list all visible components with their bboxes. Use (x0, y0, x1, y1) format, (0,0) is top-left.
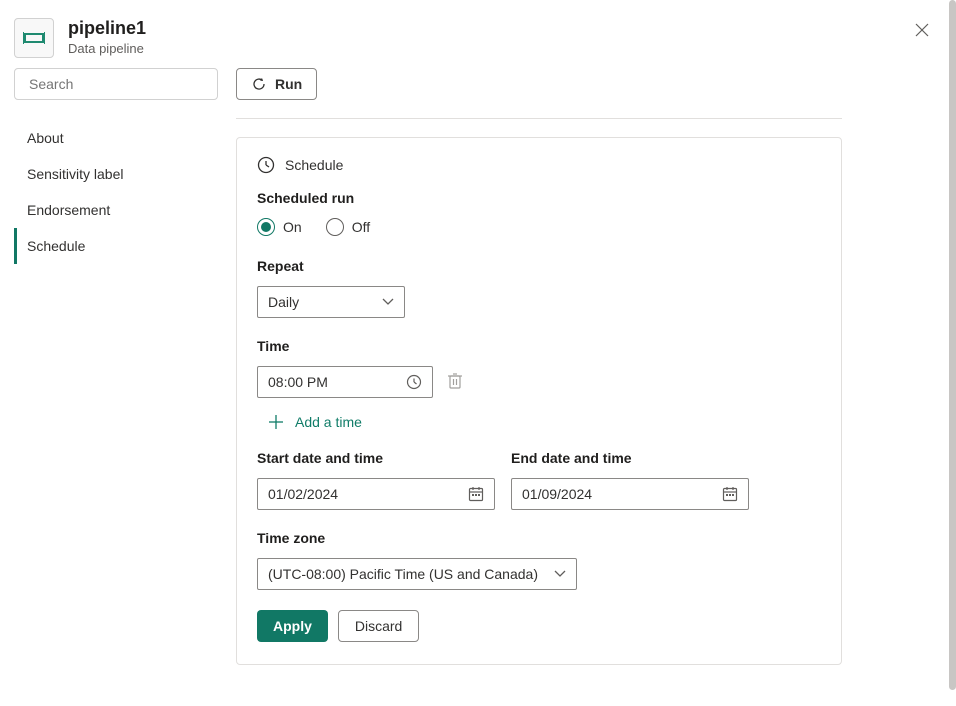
time-input[interactable]: 08:00 PM (257, 366, 433, 398)
refresh-icon (251, 76, 267, 92)
repeat-label: Repeat (257, 258, 821, 274)
header-text: pipeline1 Data pipeline (68, 18, 146, 56)
nav-about[interactable]: About (14, 120, 218, 156)
card-header: Schedule (257, 156, 821, 174)
sidebar: About Sensitivity label Endorsement Sche… (14, 68, 218, 665)
run-label: Run (275, 76, 302, 92)
end-date-value: 01/09/2024 (522, 486, 592, 502)
end-date-input[interactable]: 01/09/2024 (511, 478, 749, 510)
repeat-value: Daily (268, 294, 299, 310)
nav-schedule[interactable]: Schedule (14, 228, 218, 264)
search-input[interactable] (29, 76, 210, 92)
discard-button[interactable]: Discard (338, 610, 419, 642)
delete-time-button[interactable] (447, 372, 463, 393)
page-title: pipeline1 (68, 18, 146, 39)
repeat-select[interactable]: Daily (257, 286, 405, 318)
start-date-value: 01/02/2024 (268, 486, 338, 502)
timezone-value: (UTC-08:00) Pacific Time (US and Canada) (268, 566, 538, 582)
plus-icon (269, 415, 283, 429)
end-date-label: End date and time (511, 450, 749, 466)
pipeline-icon-tile (14, 18, 54, 58)
apply-button[interactable]: Apply (257, 610, 328, 642)
schedule-card: Schedule Scheduled run On Off Repeat (236, 137, 842, 665)
nav-endorsement[interactable]: Endorsement (14, 192, 218, 228)
add-time-label: Add a time (295, 414, 362, 430)
scrollbar-track[interactable] (948, 0, 956, 706)
chevron-down-icon (554, 570, 566, 578)
time-value: 08:00 PM (268, 374, 328, 390)
divider (236, 118, 842, 119)
chevron-down-icon (382, 298, 394, 306)
radio-on-indicator (257, 218, 275, 236)
radio-off[interactable]: Off (326, 218, 370, 236)
start-date-label: Start date and time (257, 450, 495, 466)
clock-icon (257, 156, 275, 174)
main-content: Run Schedule Scheduled run On (218, 68, 942, 665)
action-row: Apply Discard (257, 610, 821, 642)
timezone-label: Time zone (257, 530, 821, 546)
radio-off-indicator (326, 218, 344, 236)
radio-on[interactable]: On (257, 218, 302, 236)
card-title: Schedule (285, 157, 343, 173)
calendar-icon (722, 486, 738, 502)
time-label: Time (257, 338, 821, 354)
add-time-button[interactable]: Add a time (257, 414, 821, 430)
scheduled-run-radio-group: On Off (257, 218, 821, 236)
close-icon (915, 23, 929, 37)
run-button[interactable]: Run (236, 68, 317, 100)
radio-on-label: On (283, 219, 302, 235)
nav-list: About Sensitivity label Endorsement Sche… (14, 120, 218, 264)
header: pipeline1 Data pipeline (0, 0, 956, 68)
radio-off-label: Off (352, 219, 370, 235)
close-button[interactable] (912, 20, 932, 40)
scrollbar-thumb[interactable] (949, 0, 956, 690)
clock-small-icon (406, 374, 422, 390)
timezone-select[interactable]: (UTC-08:00) Pacific Time (US and Canada) (257, 558, 577, 590)
start-date-input[interactable]: 01/02/2024 (257, 478, 495, 510)
page-subtitle: Data pipeline (68, 41, 146, 56)
calendar-icon (468, 486, 484, 502)
nav-sensitivity-label[interactable]: Sensitivity label (14, 156, 218, 192)
trash-icon (447, 372, 463, 390)
search-box[interactable] (14, 68, 218, 100)
pipeline-icon (23, 31, 45, 45)
scheduled-run-label: Scheduled run (257, 190, 821, 206)
